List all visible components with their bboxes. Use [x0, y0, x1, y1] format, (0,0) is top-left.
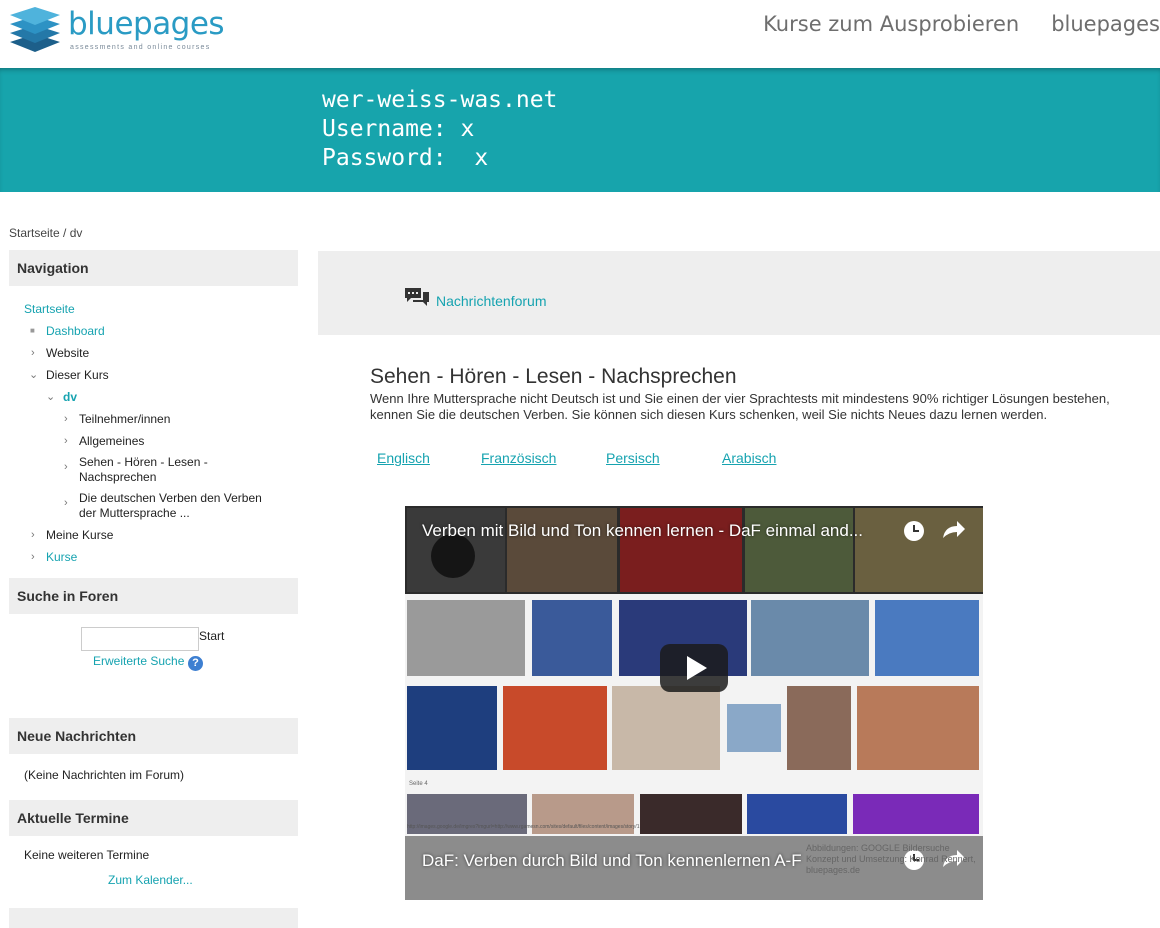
- video-attribution: Abbildungen: GOOGLE Bildersuche Konzept …: [806, 843, 976, 875]
- nav-allgemeines-row[interactable]: › Allgemeines: [9, 430, 298, 452]
- top-header: bluepages assessments and online courses…: [0, 0, 1160, 68]
- chevron-right-icon: ›: [64, 461, 68, 473]
- breadcrumb: Startseite / dv: [9, 226, 82, 240]
- video-url-text: http://images.google.de/imgres?imgurl=ht…: [407, 824, 640, 830]
- breadcrumb-dv[interactable]: dv: [70, 226, 83, 240]
- banner-site: wer-weiss-was.net: [322, 87, 558, 113]
- chevron-right-icon: ›: [64, 497, 68, 509]
- nav-teilnehmer-row[interactable]: › Teilnehmer/innen: [9, 408, 298, 430]
- nav-sehen-row[interactable]: › Sehen - Hören - Lesen - Nachsprechen: [9, 452, 219, 488]
- nav-verben: Die deutschen Verben den Verben der Mutt…: [79, 491, 262, 520]
- nav-kurse-zum-ausprobieren[interactable]: Kurse zum Ausprobieren: [763, 12, 1019, 36]
- news-block-title: Neue Nachrichten: [9, 718, 298, 754]
- banner-username: Username: x: [322, 116, 475, 142]
- chevron-right-icon: ›: [64, 413, 68, 425]
- events-block-title: Aktuelle Termine: [9, 800, 298, 836]
- banner-credentials: wer-weiss-was.net Username: x Password: …: [322, 86, 557, 173]
- video-title-secondary[interactable]: DaF: Verben durch Bild und Ton kennenler…: [422, 851, 802, 871]
- advanced-search-link[interactable]: Erweiterte Suche: [93, 654, 184, 668]
- forum-search-button[interactable]: Start: [199, 629, 224, 643]
- layers-logo-icon: [10, 7, 60, 52]
- navigation-tree: Startseite ■ Dashboard › Website ⌄ Diese…: [9, 286, 298, 574]
- nav-meine-kurse-row[interactable]: › Meine Kurse: [9, 524, 298, 546]
- events-empty-text: Keine weiteren Termine: [24, 848, 150, 862]
- chevron-right-icon: ›: [31, 529, 35, 541]
- logo-wordmark: bluepages: [68, 6, 225, 42]
- nav-website: Website: [46, 346, 90, 360]
- nav-allgemeines: Allgemeines: [79, 434, 145, 448]
- bullet-icon: ■: [30, 326, 35, 335]
- nav-verben-row[interactable]: › Die deutschen Verben den Verben der Mu…: [9, 488, 279, 524]
- forum-search-input[interactable]: [81, 627, 199, 651]
- nav-dieser-kurs: Dieser Kurs: [46, 368, 109, 382]
- logo-tagline: assessments and online courses: [70, 44, 211, 51]
- bluepages-logo[interactable]: bluepages assessments and online courses: [8, 6, 228, 56]
- nav-bluepages[interactable]: bluepages: [1051, 12, 1160, 36]
- news-empty-text: (Keine Nachrichten im Forum): [24, 768, 185, 782]
- lang-link-englisch[interactable]: Englisch: [377, 450, 430, 466]
- lang-link-arabisch[interactable]: Arabisch: [722, 450, 776, 466]
- help-icon[interactable]: ?: [188, 656, 203, 671]
- video-thumbnail-collage: [405, 506, 983, 900]
- forum-section: Nachrichtenforum: [318, 251, 1160, 335]
- chevron-down-icon: ⌄: [29, 369, 39, 381]
- navigation-block-title: Navigation: [9, 250, 298, 286]
- chevron-down-icon: ⌄: [46, 391, 56, 403]
- video-title[interactable]: Verben mit Bild und Ton kennen lernen - …: [422, 521, 863, 541]
- next-block-header: [9, 908, 298, 928]
- video-page-label: Seite 4: [409, 781, 428, 787]
- breadcrumb-separator: /: [63, 226, 70, 240]
- nav-teilnehmer: Teilnehmer/innen: [79, 412, 171, 426]
- youtube-video-player[interactable]: Verben mit Bild und Ton kennen lernen - …: [405, 506, 983, 900]
- nav-dashboard-row: ■ Dashboard: [9, 320, 298, 342]
- nav-meine-kurse: Meine Kurse: [46, 528, 114, 542]
- sidebar: Navigation Startseite ■ Dashboard › Webs…: [9, 250, 298, 928]
- top-navigation: Kurse zum Ausprobieren bluepages: [763, 12, 1160, 36]
- banner-password: Password: x: [322, 145, 489, 171]
- lang-link-persisch[interactable]: Persisch: [606, 450, 660, 466]
- section-title: Sehen - Hören - Lesen - Nachsprechen: [370, 365, 737, 388]
- nav-dv: dv: [63, 390, 78, 404]
- breadcrumb-startseite[interactable]: Startseite: [9, 226, 60, 240]
- nav-kurse-row[interactable]: › Kurse: [9, 546, 298, 568]
- lang-link-franzoesisch[interactable]: Französisch: [481, 450, 556, 466]
- nav-dieser-kurs-row[interactable]: ⌄ Dieser Kurs: [9, 364, 298, 386]
- nav-sehen: Sehen - Hören - Lesen - Nachsprechen: [79, 455, 208, 484]
- forum-search-block-title: Suche in Foren: [9, 578, 298, 614]
- forum-link[interactable]: Nachrichtenforum: [436, 293, 547, 309]
- events-block: Keine weiteren Termine Zum Kalender...: [9, 836, 298, 908]
- forum-search-block: Start Erweiterte Suche ?: [9, 614, 298, 694]
- chevron-right-icon: ›: [64, 435, 68, 447]
- login-banner: wer-weiss-was.net Username: x Password: …: [0, 68, 1160, 192]
- calendar-link[interactable]: Zum Kalender...: [108, 873, 193, 887]
- nav-dv-row[interactable]: ⌄ dv: [9, 386, 298, 408]
- section-description: Wenn Ihre Muttersprache nicht Deutsch is…: [370, 391, 1110, 422]
- nav-dashboard[interactable]: Dashboard: [46, 324, 105, 338]
- chevron-right-icon: ›: [31, 551, 35, 563]
- chevron-right-icon: ›: [31, 347, 35, 359]
- forum-chat-icon: [405, 288, 429, 306]
- nav-kurse: Kurse: [46, 550, 78, 564]
- nav-website-row[interactable]: › Website: [9, 342, 298, 364]
- nav-startseite[interactable]: Startseite: [9, 298, 298, 320]
